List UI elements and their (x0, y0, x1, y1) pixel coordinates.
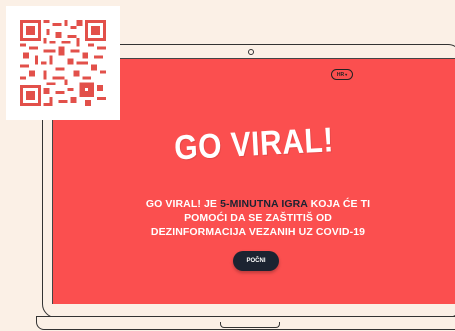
laptop-notch (220, 322, 280, 328)
laptop-camera (248, 49, 254, 55)
chevron-down-icon: ▾ (345, 71, 348, 77)
description-highlight: 5-MINUTNA IGRA (220, 198, 308, 210)
language-label: HR (336, 71, 345, 78)
start-button[interactable]: POČNI (233, 251, 279, 271)
qr-code-card (6, 6, 120, 120)
qr-code-icon (20, 20, 106, 106)
game-description: GO VIRAL! JE 5-MINUTNA IGRA KOJA ĆE TI P… (143, 197, 373, 239)
description-lead: GO VIRAL! JE (145, 198, 221, 210)
language-selector[interactable]: HR ▾ (331, 69, 353, 80)
page: HR ▾ GO VIRAL! GO VIRAL! JE 5-MINUTNA IG… (0, 0, 455, 331)
page-title: GO VIRAL! (173, 121, 335, 168)
